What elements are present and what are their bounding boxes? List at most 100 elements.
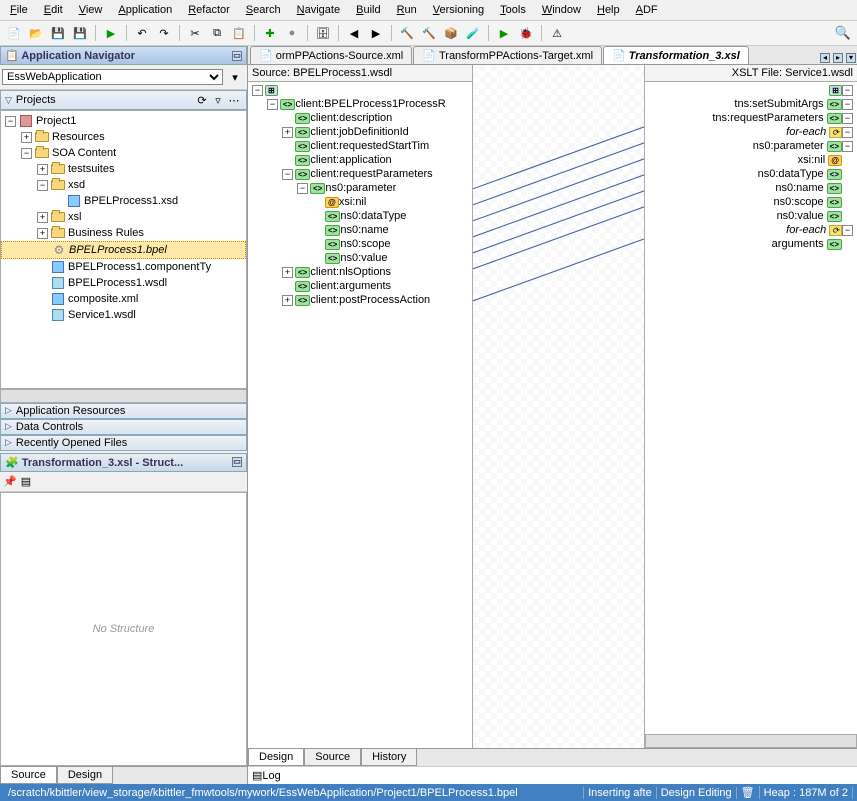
- pin-icon[interactable]: 📌: [3, 475, 17, 488]
- toggle-icon[interactable]: −: [282, 169, 293, 180]
- tree-item[interactable]: −xsd: [1, 177, 246, 193]
- toggle-icon[interactable]: +: [282, 267, 293, 278]
- tree-item[interactable]: +Resources: [1, 129, 246, 145]
- struct-min-icon[interactable]: ▭: [232, 457, 242, 467]
- tree-item[interactable]: composite.xml: [1, 291, 246, 307]
- cut-icon[interactable]: ✂: [185, 23, 205, 43]
- warn-icon[interactable]: ⚠: [547, 23, 567, 43]
- deploy-icon[interactable]: 📦: [441, 23, 461, 43]
- paste-icon[interactable]: 📋: [229, 23, 249, 43]
- menu-versioning[interactable]: Versioning: [427, 2, 490, 18]
- toggle-icon[interactable]: −: [842, 127, 853, 138]
- source-node[interactable]: <> ns0:name: [248, 223, 472, 237]
- toggle-icon[interactable]: +: [37, 164, 48, 175]
- source-node[interactable]: <> client:description: [248, 111, 472, 125]
- source-node[interactable]: @ xsi:nil: [248, 195, 472, 209]
- source-node[interactable]: +<> client:postProcessAction: [248, 293, 472, 307]
- proj-opts-icon[interactable]: ⋯: [226, 92, 242, 108]
- editor-btab-design[interactable]: Design: [248, 749, 304, 766]
- tree-item[interactable]: +testsuites: [1, 161, 246, 177]
- target-node[interactable]: for-each⟳ −: [645, 125, 857, 139]
- menu-file[interactable]: File: [4, 2, 34, 18]
- menu-refactor[interactable]: Refactor: [182, 2, 236, 18]
- source-node[interactable]: −<> client:requestParameters: [248, 167, 472, 181]
- projects-section[interactable]: ▽Projects ⟳ ▿ ⋯: [0, 90, 247, 110]
- copy-icon[interactable]: ⧉: [207, 23, 227, 43]
- saveall-icon[interactable]: 💾: [70, 23, 90, 43]
- redo-icon[interactable]: ↷: [154, 23, 174, 43]
- target-node[interactable]: tns:setSubmitArgs<> −: [645, 97, 857, 111]
- tab-next-icon[interactable]: ▸: [833, 53, 843, 63]
- db-icon[interactable]: 🗄: [313, 23, 333, 43]
- toggle-icon[interactable]: +: [37, 212, 48, 223]
- log-bar[interactable]: ▤ Log: [248, 766, 857, 784]
- tree-item[interactable]: BPELProcess1.xsd: [1, 193, 246, 209]
- target-node[interactable]: xsi:nil@: [645, 153, 857, 167]
- undo-icon[interactable]: ↶: [132, 23, 152, 43]
- nav-section[interactable]: ▷Application Resources: [0, 403, 247, 419]
- menu-adf[interactable]: ADF: [630, 2, 664, 18]
- toggle-icon[interactable]: −: [842, 225, 853, 236]
- add-icon[interactable]: ✚: [260, 23, 280, 43]
- debug-run-icon[interactable]: ▶: [494, 23, 514, 43]
- target-tree[interactable]: ⊞ −tns:setSubmitArgs<> −tns:requestParam…: [645, 82, 857, 734]
- source-node[interactable]: +<> client:jobDefinitionId: [248, 125, 472, 139]
- editor-btab-source[interactable]: Source: [304, 749, 361, 766]
- target-node[interactable]: ns0:scope<>: [645, 195, 857, 209]
- struct-tab-source[interactable]: Source: [0, 767, 57, 784]
- source-node[interactable]: −⊞: [248, 84, 472, 97]
- mapping-canvas[interactable]: [473, 65, 645, 748]
- tree-item[interactable]: Service1.wsdl: [1, 307, 246, 323]
- build2-icon[interactable]: 🔨: [419, 23, 439, 43]
- menu-edit[interactable]: Edit: [38, 2, 69, 18]
- target-node[interactable]: ns0:value<>: [645, 209, 857, 223]
- toggle-icon[interactable]: −: [842, 85, 853, 96]
- application-selector[interactable]: EssWebApplication: [2, 69, 223, 85]
- menu-window[interactable]: Window: [536, 2, 587, 18]
- debug-icon[interactable]: 🐞: [516, 23, 536, 43]
- toggle-icon[interactable]: −: [297, 183, 308, 194]
- toggle-icon[interactable]: −: [842, 141, 853, 152]
- toggle-icon[interactable]: −: [37, 180, 48, 191]
- save-icon[interactable]: 💾: [48, 23, 68, 43]
- toggle-icon[interactable]: −: [842, 113, 853, 124]
- target-node[interactable]: ns0:dataType<>: [645, 167, 857, 181]
- menu-tools[interactable]: Tools: [494, 2, 532, 18]
- tree-item[interactable]: BPELProcess1.bpel: [1, 241, 246, 259]
- toggle-icon[interactable]: +: [282, 295, 293, 306]
- proj-refresh-icon[interactable]: ⟳: [194, 92, 210, 108]
- tree-item[interactable]: BPELProcess1.componentTy: [1, 259, 246, 275]
- menu-help[interactable]: Help: [591, 2, 626, 18]
- tab-prev-icon[interactable]: ◂: [820, 53, 830, 63]
- minimize-icon[interactable]: ▭: [232, 51, 242, 61]
- test-icon[interactable]: 🧪: [463, 23, 483, 43]
- menu-search[interactable]: Search: [240, 2, 287, 18]
- menu-view[interactable]: View: [73, 2, 109, 18]
- editor-btab-history[interactable]: History: [361, 749, 417, 766]
- toggle-icon[interactable]: +: [282, 127, 293, 138]
- struct-tab-design[interactable]: Design: [57, 767, 113, 784]
- source-node[interactable]: <> ns0:value: [248, 251, 472, 265]
- project-tree[interactable]: −Project1+Resources−SOA Content+testsuit…: [0, 110, 247, 389]
- menu-application[interactable]: Application: [112, 2, 178, 18]
- nav-section[interactable]: ▷Data Controls: [0, 419, 247, 435]
- proj-filter-icon[interactable]: ▿: [210, 92, 226, 108]
- structure-header[interactable]: 🧩 Transformation_3.xsl - Struct... ▭: [0, 453, 247, 472]
- new-icon[interactable]: 📄: [4, 23, 24, 43]
- source-node[interactable]: −<> ns0:parameter: [248, 181, 472, 195]
- source-tree[interactable]: −⊞ −<> client:BPELProcess1ProcessR<> cli…: [248, 82, 472, 748]
- status-trash-icon[interactable]: 🗑: [737, 786, 760, 799]
- stop-icon[interactable]: ●: [282, 23, 302, 43]
- source-node[interactable]: +<> client:nlsOptions: [248, 265, 472, 279]
- tgt-scrollbar[interactable]: [645, 734, 857, 748]
- menu-navigate[interactable]: Navigate: [291, 2, 346, 18]
- toggle-icon[interactable]: −: [267, 99, 278, 110]
- tree-item[interactable]: −Project1: [1, 113, 246, 129]
- fwd-icon[interactable]: ▶: [366, 23, 386, 43]
- app-navigator-header[interactable]: 📋 Application Navigator ▭: [0, 46, 247, 65]
- build-icon[interactable]: 🔨: [397, 23, 417, 43]
- editor-tab[interactable]: 📄TransformPPActions-Target.xml: [413, 46, 602, 64]
- nav-section[interactable]: ▷Recently Opened Files: [0, 435, 247, 451]
- source-node[interactable]: <> client:arguments: [248, 279, 472, 293]
- app-menu-icon[interactable]: ▾: [225, 67, 245, 87]
